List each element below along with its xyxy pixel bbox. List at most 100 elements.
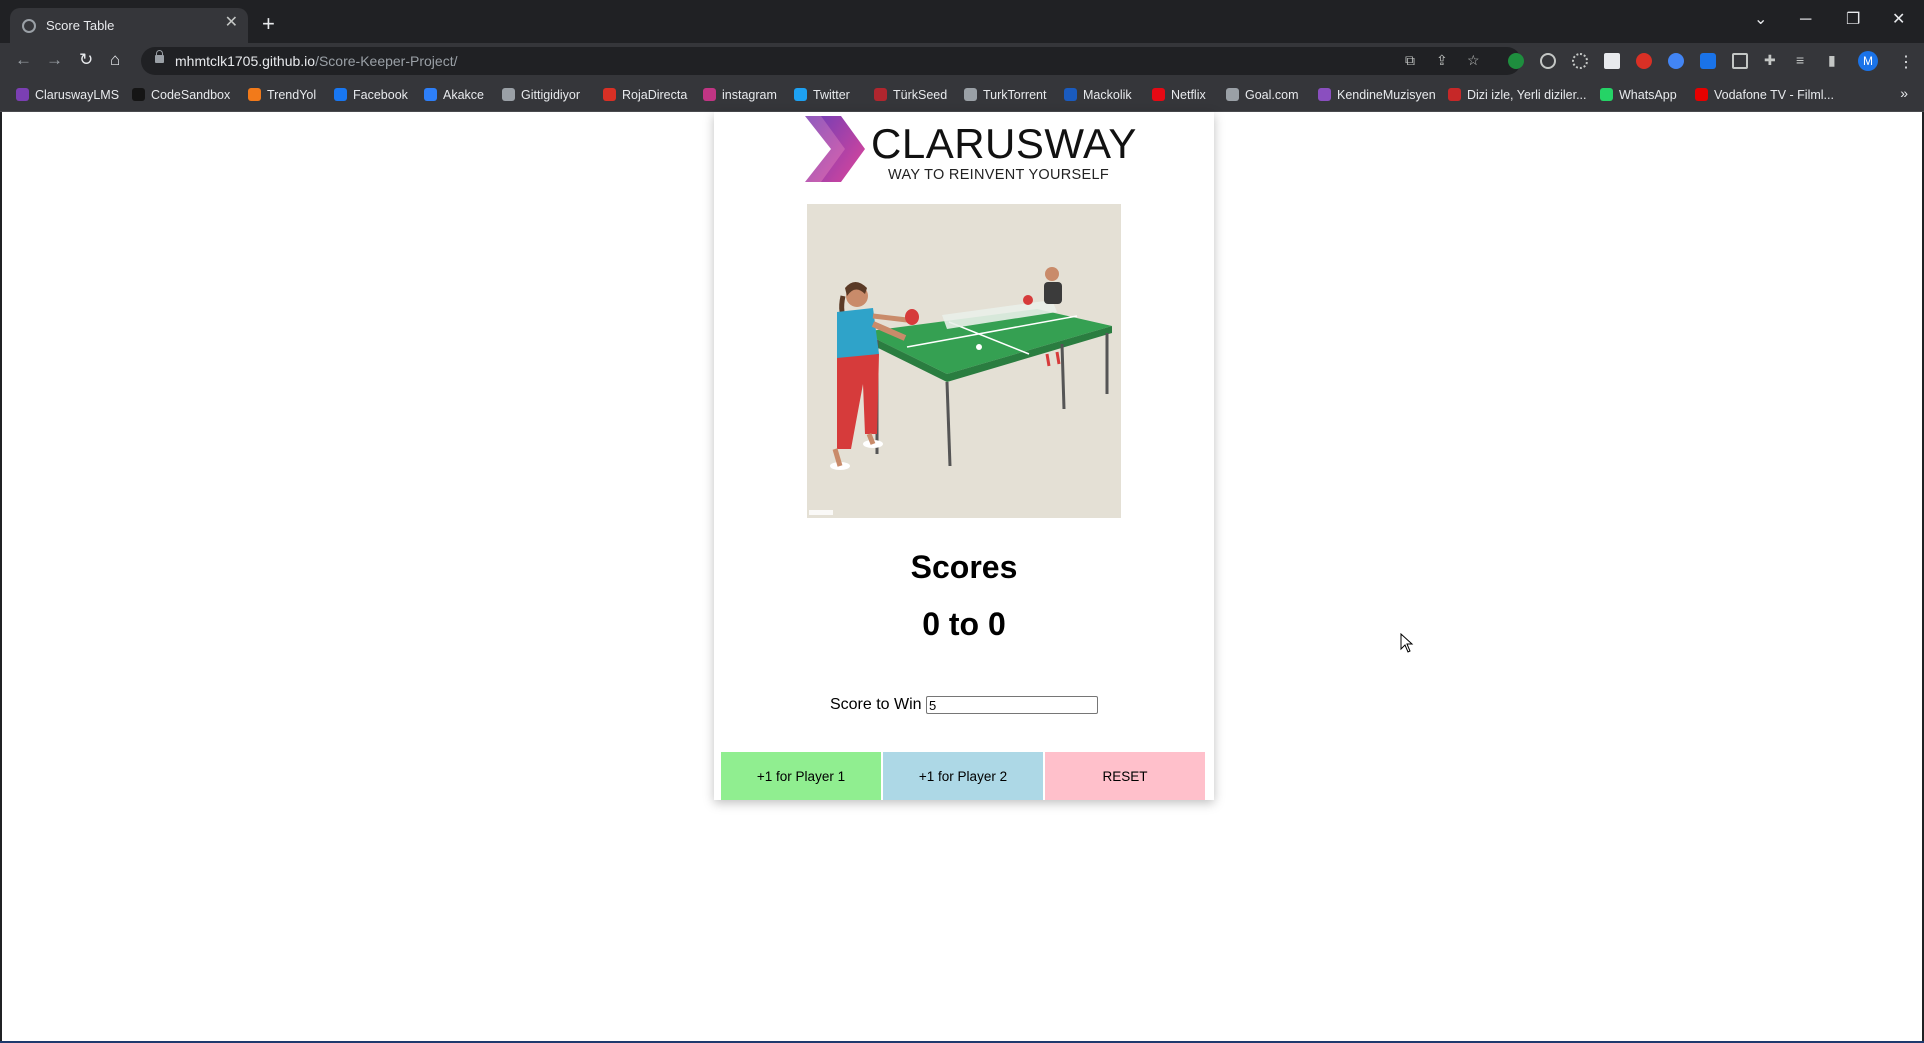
bookmark-label: RojaDirecta xyxy=(622,88,688,102)
bookmark-favicon-icon xyxy=(132,88,145,101)
mouse-cursor-icon xyxy=(1400,633,1414,653)
bookmark-label: WhatsApp xyxy=(1619,88,1677,102)
bookmark-item[interactable]: Dizi izle, Yerli diziler... xyxy=(1448,88,1587,104)
extension-icon[interactable] xyxy=(1700,53,1716,69)
browser-tab-strip: Score Table ✕ + ⌄ ─ ❐ ✕ xyxy=(0,0,1924,43)
score-card: CLARUSWAY WAY TO REINVENT YOURSELF Score… xyxy=(714,112,1214,800)
extension-icon[interactable] xyxy=(1668,53,1684,69)
home-button[interactable]: ⌂ xyxy=(110,51,120,69)
bookmark-favicon-icon xyxy=(1064,88,1077,101)
bookmark-item[interactable]: Netflix xyxy=(1152,88,1206,104)
bookmark-item[interactable]: CodeSandbox xyxy=(132,88,230,104)
bookmark-label: Gittigidiyor xyxy=(521,88,581,102)
bookmark-item[interactable]: RojaDirecta xyxy=(603,88,687,104)
logo-chevron-icon xyxy=(805,116,865,182)
bookmark-label: TürkSeed xyxy=(893,88,948,102)
bookmark-item[interactable]: WhatsApp xyxy=(1600,88,1677,104)
bookmark-label: Akakce xyxy=(443,88,484,102)
extension-icon[interactable] xyxy=(1508,53,1524,69)
close-window-button[interactable]: ✕ xyxy=(1892,12,1905,28)
bookmark-favicon-icon xyxy=(424,88,437,101)
button-row: +1 for Player 1 +1 for Player 2 RESET xyxy=(721,752,1207,800)
bookmark-favicon-icon xyxy=(964,88,977,101)
extension-icon[interactable] xyxy=(1604,53,1620,69)
extension-icon[interactable] xyxy=(1540,53,1556,69)
score-to-win-row: Score to Win xyxy=(714,696,1214,714)
bookmark-item[interactable]: KendineMuzisyen xyxy=(1318,88,1436,104)
minimize-button[interactable]: ─ xyxy=(1800,12,1811,28)
url-text[interactable]: mhmtclk1705.github.io/Score-Keeper-Proje… xyxy=(175,53,457,69)
bookmark-favicon-icon xyxy=(874,88,887,101)
bookmark-favicon-icon xyxy=(1448,88,1461,101)
bookmark-item[interactable]: TurkTorrent xyxy=(964,88,1046,104)
adblock-icon[interactable] xyxy=(1636,53,1652,69)
scores-heading: Scores xyxy=(910,549,1018,585)
side-panel-icon[interactable]: ▮ xyxy=(1828,52,1836,69)
more-bookmarks-icon[interactable]: » xyxy=(1900,85,1908,101)
profile-avatar[interactable]: M xyxy=(1858,51,1878,71)
player2-increment-button[interactable]: +1 for Player 2 xyxy=(883,752,1043,800)
score-separator: to xyxy=(948,606,980,642)
bookmark-favicon-icon xyxy=(603,88,616,101)
bookmark-item[interactable]: Twitter xyxy=(794,88,850,104)
restore-button[interactable]: ❐ xyxy=(1846,12,1860,28)
bookmark-label: instagram xyxy=(722,88,777,102)
reset-button[interactable]: RESET xyxy=(1045,752,1205,800)
bookmark-item[interactable]: TürkSeed xyxy=(874,88,947,104)
bookmark-favicon-icon xyxy=(248,88,261,101)
score-to-win-label: Score to Win xyxy=(829,696,922,714)
bookmark-item[interactable]: Vodafone TV - Filml... xyxy=(1695,88,1834,104)
bookmark-item[interactable]: Gittigidiyor xyxy=(502,88,580,104)
page-content: CLARUSWAY WAY TO REINVENT YOURSELF Score… xyxy=(2,112,1922,1041)
bookmark-label: Dizi izle, Yerli diziler... xyxy=(1467,88,1587,102)
bookmark-item[interactable]: instagram xyxy=(703,88,777,104)
bookmark-favicon-icon xyxy=(16,88,29,101)
bookmark-label: KendineMuzisyen xyxy=(1337,88,1436,102)
browser-tab[interactable]: Score Table ✕ xyxy=(10,8,248,43)
forward-button[interactable]: → xyxy=(46,51,63,69)
bookmark-favicon-icon xyxy=(502,88,515,101)
extension-icon[interactable] xyxy=(1572,53,1588,69)
table-tennis-illustration xyxy=(807,204,1121,518)
back-button[interactable]: ← xyxy=(15,51,32,69)
bookmarks-bar: » ClaruswayLMS CodeSandbox TrendYol Faceboo… xyxy=(0,79,1924,112)
lock-icon[interactable] xyxy=(155,50,164,63)
player2-score: 0 xyxy=(987,606,1006,642)
menu-icon[interactable]: ⋮ xyxy=(1898,52,1914,72)
bookmark-item[interactable]: ClaruswayLMS xyxy=(16,88,119,104)
bookmark-favicon-icon xyxy=(703,88,716,101)
bookmark-item[interactable]: TrendYol xyxy=(248,88,316,104)
player1-score: 0 xyxy=(922,606,940,642)
bookmark-label: Netflix xyxy=(1171,88,1206,102)
clarusway-logo: CLARUSWAY WAY TO REINVENT YOURSELF xyxy=(805,114,1136,183)
close-tab-icon[interactable]: ✕ xyxy=(225,15,238,31)
bookmark-item[interactable]: Mackolik xyxy=(1064,88,1132,104)
bookmark-favicon-icon xyxy=(1600,88,1613,101)
reading-list-icon[interactable]: ≡ xyxy=(1796,52,1804,68)
address-bar[interactable]: mhmtclk1705.github.io/Score-Keeper-Proje… xyxy=(141,47,1521,75)
bookmark-item[interactable]: Goal.com xyxy=(1226,88,1299,104)
puzzle-icon[interactable]: ✚ xyxy=(1764,52,1776,69)
bookmark-label: TrendYol xyxy=(267,88,317,102)
bookmark-item[interactable]: Facebook xyxy=(334,88,408,104)
score-to-win-input[interactable] xyxy=(926,696,1099,714)
bookmark-label: Twitter xyxy=(813,88,850,102)
share-icon[interactable]: ⇪ xyxy=(1436,52,1448,69)
translate-icon[interactable]: ⧉ xyxy=(1405,52,1415,69)
tab-title: Score Table xyxy=(46,18,115,33)
bookmark-favicon-icon xyxy=(1152,88,1165,101)
bookmark-favicon-icon xyxy=(1226,88,1239,101)
bookmark-star-icon[interactable]: ☆ xyxy=(1467,52,1480,69)
bookmark-label: ClaruswayLMS xyxy=(35,88,120,102)
bookmark-favicon-icon xyxy=(334,88,347,101)
reload-button[interactable]: ↻ xyxy=(79,51,93,69)
browser-toolbar: ← → ↻ ⌂ mhmtclk1705.github.io/Score-Keep… xyxy=(0,43,1924,79)
bookmark-item[interactable]: Akakce xyxy=(424,88,484,104)
extension-icon[interactable] xyxy=(1732,53,1748,69)
bookmark-label: Goal.com xyxy=(1245,88,1299,102)
tab-search-icon[interactable]: ⌄ xyxy=(1754,12,1767,28)
bookmark-label: Vodafone TV - Filml... xyxy=(1714,88,1834,102)
new-tab-button[interactable]: + xyxy=(262,13,275,35)
bookmark-favicon-icon xyxy=(1695,88,1708,101)
player1-increment-button[interactable]: +1 for Player 1 xyxy=(721,752,881,800)
